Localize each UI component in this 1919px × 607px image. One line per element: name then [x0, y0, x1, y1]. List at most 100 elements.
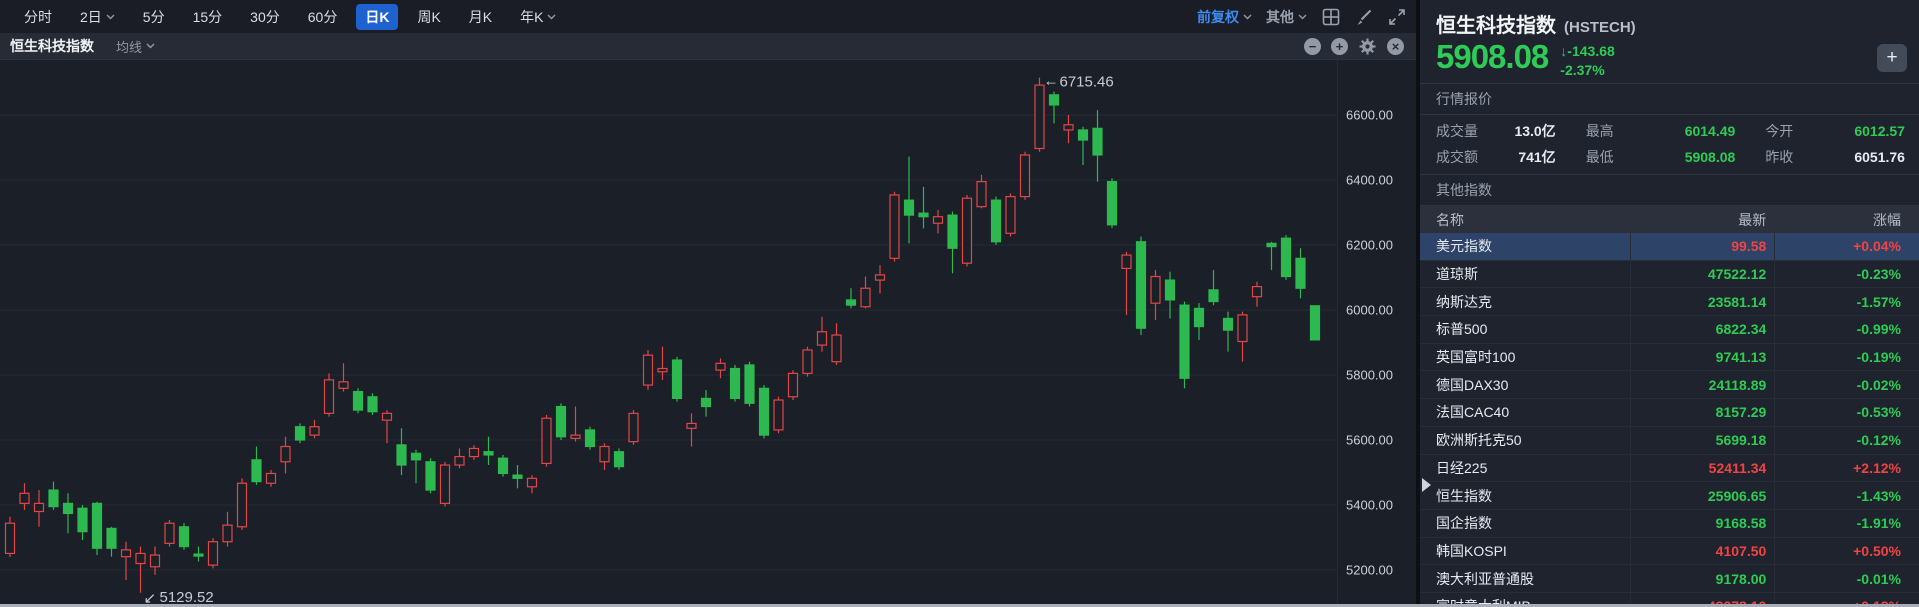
index-pct: +0.50%	[1774, 537, 1919, 565]
quote-panel: 恒生科技指数 (HSTECH) 5908.08 ↓-143.68 -2.37% …	[1416, 0, 1919, 607]
annotation-arrow: ←	[1044, 73, 1059, 90]
world-indices-table: 名称 最新 涨幅 美元指数 99.58 +0.04% 道琼斯 47522.12 -0.23…	[1420, 206, 1919, 607]
candlestick-chart[interactable]: ← 6715.46↙ 5129.52	[0, 60, 1337, 607]
col-header-pct: 涨幅	[1872, 211, 1901, 228]
other-dropdown[interactable]: 其他	[1266, 7, 1307, 27]
index-row-标普500[interactable]: 标普500 6822.34 -0.99%	[1420, 316, 1919, 344]
instrument-name-label: 恒生科技指数	[10, 38, 94, 54]
index-name: 日经225	[1436, 459, 1488, 476]
index-row-法国CAC40[interactable]: 法国CAC40 8157.29 -0.53%	[1420, 399, 1919, 427]
index-row-美元指数[interactable]: 美元指数 99.58 +0.04%	[1420, 233, 1919, 261]
quote-value: 6014.49	[1684, 123, 1736, 139]
quote-label: 最低	[1585, 149, 1614, 165]
index-row-韩国KOSPI[interactable]: 韩国KOSPI 4107.50 +0.50%	[1420, 537, 1919, 566]
add-to-watchlist-button[interactable]: +	[1877, 44, 1907, 72]
period-button-月K[interactable]: 月K	[460, 4, 501, 30]
fullscreen-expand-icon[interactable]	[1387, 7, 1406, 26]
period-button-日K[interactable]: 日K	[356, 3, 399, 30]
quote-label: 成交量	[1436, 123, 1478, 139]
period-button-60分[interactable]: 60分	[299, 4, 347, 30]
index-row-德国DAX30[interactable]: 德国DAX30 24118.89 -0.02%	[1420, 371, 1919, 400]
period-button-15分[interactable]: 15分	[184, 4, 232, 30]
index-pct: +2.12%	[1774, 454, 1919, 482]
last-price: 5908.08	[1436, 38, 1549, 75]
index-last: 9168.58	[1629, 509, 1775, 537]
index-pct: -0.23%	[1774, 260, 1919, 288]
index-name: 纳斯达克	[1436, 293, 1492, 310]
quote-value: 5908.08	[1684, 149, 1736, 165]
quote-item-成交量: 成交量 13.0亿	[1420, 118, 1570, 144]
quote-grid: 成交量 13.0亿 最高 6014.49 今开 6012.57 成交额 741亿 最低 5908.…	[1420, 115, 1919, 175]
collapse-panel-handle[interactable]	[1422, 478, 1431, 492]
ma-dropdown[interactable]: 均线	[116, 37, 155, 56]
period-button-5分[interactable]: 5分	[134, 4, 174, 30]
y-axis-tick: 5200.00	[1346, 562, 1393, 578]
other-label: 其他	[1266, 8, 1294, 25]
layout-grid-icon[interactable]	[1321, 7, 1340, 26]
index-pct: -0.99%	[1774, 316, 1919, 343]
period-button-30分[interactable]: 30分	[241, 4, 289, 30]
index-pct: +0.04%	[1774, 233, 1919, 260]
chevron-down-icon	[547, 13, 557, 20]
quote-section-title: 行情报价	[1420, 84, 1919, 115]
quote-label: 昨收	[1765, 149, 1794, 165]
high-annotation: 6715.46	[1060, 74, 1114, 91]
index-row-欧洲斯托克50[interactable]: 欧洲斯托克50 5699.18 -0.12%	[1420, 426, 1919, 455]
index-last: 47522.12	[1629, 260, 1775, 288]
index-pct: -0.19%	[1774, 343, 1919, 371]
trading-app: 分时 2日 5分 15分 30分 60分日K 周K 月K 年K 前复权 其他	[0, 0, 1919, 607]
table-body: 美元指数 99.58 +0.04% 道琼斯 47522.12 -0.23% 纳斯达克 2358…	[1420, 233, 1919, 607]
quote-label: 今开	[1765, 123, 1794, 139]
index-row-日经225[interactable]: 日经225 52411.34 +2.12%	[1420, 454, 1919, 483]
zoom-in-icon[interactable]: +	[1331, 37, 1348, 55]
index-pct: -1.91%	[1774, 509, 1919, 537]
draw-brush-icon[interactable]	[1354, 7, 1373, 26]
quote-item-成交额: 成交额 741亿	[1420, 144, 1570, 170]
index-name: 标普500	[1436, 321, 1488, 338]
period-button-2日[interactable]: 2日	[71, 4, 124, 30]
period-button-周K[interactable]: 周K	[408, 4, 449, 30]
index-last: 52411.34	[1629, 454, 1775, 482]
index-row-纳斯达克[interactable]: 纳斯达克 23581.14 -1.57%	[1420, 288, 1919, 317]
quote-value: 13.0亿	[1514, 123, 1556, 139]
index-last: 5699.18	[1629, 426, 1775, 454]
index-title: 恒生科技指数	[1436, 15, 1556, 37]
price-change: ↓-143.68	[1560, 43, 1615, 59]
y-axis-tick: 6000.00	[1346, 302, 1393, 318]
quote-value: 6051.76	[1854, 149, 1905, 165]
indices-section-title: 其他指数	[1420, 175, 1919, 206]
candlestick-chart-area: ← 6715.46 ↙ 5129.52 6600.00 6400.00 6200.00 60…	[0, 60, 1416, 607]
index-row-澳大利亚普通股[interactable]: 澳大利亚普通股 9178.00 -0.01%	[1420, 565, 1919, 593]
index-name: 美元指数	[1436, 238, 1492, 255]
zoom-out-icon[interactable]: −	[1304, 37, 1321, 55]
index-pct: -1.43%	[1774, 482, 1919, 509]
quote-item-今开: 今开 6012.57	[1749, 118, 1919, 144]
chevron-down-icon	[1298, 13, 1307, 20]
index-pct: -0.12%	[1774, 426, 1919, 454]
y-axis-tick: 6200.00	[1346, 237, 1393, 253]
index-row-道琼斯[interactable]: 道琼斯 47522.12 -0.23%	[1420, 260, 1919, 289]
period-buttons: 分时 2日 5分 15分 30分 60分 日K 周K 月K 年K	[10, 3, 570, 30]
index-name: 恒生指数	[1436, 487, 1492, 504]
index-pct: -0.02%	[1774, 371, 1919, 399]
index-row-英国富时100[interactable]: 英国富时100 9741.13 -0.19%	[1420, 343, 1919, 372]
y-axis-tick: 6400.00	[1346, 172, 1393, 188]
quote-label: 最高	[1585, 123, 1614, 139]
chart-subtitle-bar: 恒生科技指数 均线 − + ×	[0, 33, 1416, 60]
table-header: 名称 最新 涨幅	[1420, 206, 1919, 233]
index-pct: -0.53%	[1774, 399, 1919, 426]
adjust-type-dropdown[interactable]: 前复权	[1197, 7, 1252, 27]
y-axis-tick: 5600.00	[1346, 432, 1393, 448]
close-pane-icon[interactable]: ×	[1387, 37, 1404, 55]
index-row-恒生指数[interactable]: 恒生指数 25906.65 -1.43%	[1420, 482, 1919, 510]
index-last: 9178.00	[1629, 565, 1775, 592]
quote-item-最低: 最低 5908.08	[1570, 144, 1750, 170]
gear-icon[interactable]	[1358, 37, 1377, 56]
period-button-年K[interactable]: 年K	[511, 4, 565, 30]
index-row-国企指数[interactable]: 国企指数 9168.58 -1.91%	[1420, 509, 1919, 538]
chart-pane-controls: − + ×	[1304, 37, 1406, 56]
y-axis-tick: 6600.00	[1346, 107, 1393, 123]
period-button-分时[interactable]: 分时	[15, 4, 61, 30]
quote-item-最高: 最高 6014.49	[1570, 118, 1750, 144]
price-change-pct: -2.37%	[1560, 61, 1605, 78]
